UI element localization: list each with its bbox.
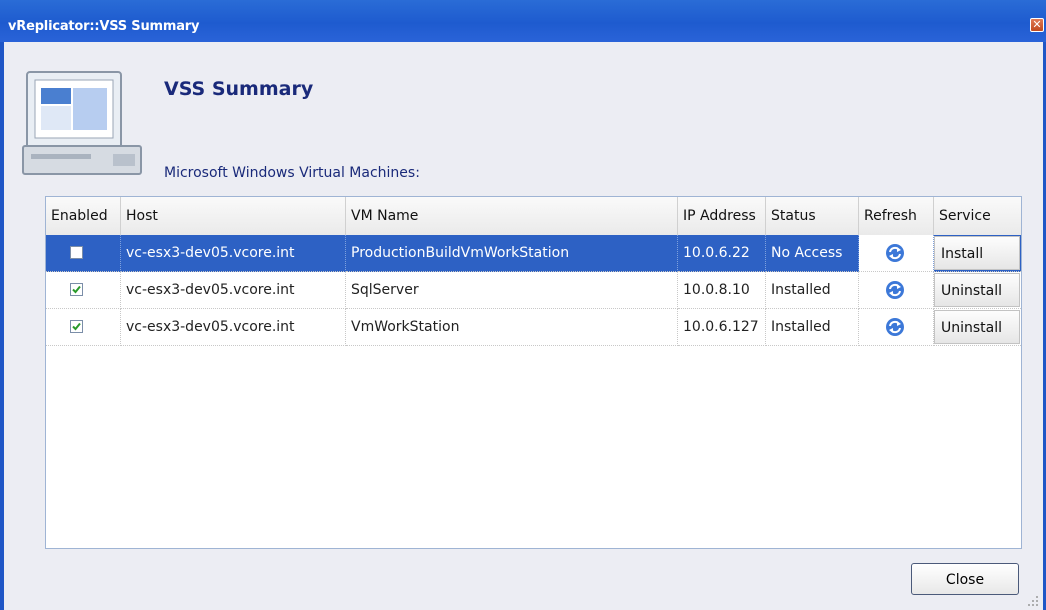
checkmark-icon (72, 285, 81, 294)
table-row[interactable]: vc-esx3-dev05.vcore.int SqlServer 10.0.8… (46, 272, 1021, 309)
column-header-enabled[interactable]: Enabled (46, 197, 121, 235)
service-cell: Uninstall (934, 272, 1021, 309)
refresh-cell (859, 272, 934, 309)
enabled-checkbox[interactable] (70, 246, 83, 259)
service-cell: Install (934, 235, 1021, 272)
close-icon[interactable]: ✕ (1030, 18, 1044, 32)
enabled-cell (46, 235, 121, 272)
ip-address-cell: 10.0.6.127 (678, 309, 766, 346)
section-subtitle: Microsoft Windows Virtual Machines: (164, 165, 420, 181)
install-button[interactable]: Install (934, 236, 1020, 270)
vm-name-cell: ProductionBuildVmWorkStation (346, 235, 678, 272)
column-header-status[interactable]: Status (766, 197, 859, 235)
refresh-cell (859, 309, 934, 346)
close-button[interactable]: Close (911, 563, 1019, 595)
vm-name-cell: VmWorkStation (346, 309, 678, 346)
column-header-refresh[interactable]: Refresh (859, 197, 934, 235)
uninstall-button[interactable]: Uninstall (934, 273, 1020, 307)
enabled-checkbox[interactable] (70, 283, 83, 296)
host-cell: vc-esx3-dev05.vcore.int (121, 235, 346, 272)
host-cell: vc-esx3-dev05.vcore.int (121, 272, 346, 309)
checkmark-icon (72, 322, 81, 331)
vss-summary-window: vReplicator::VSS Summary ✕ VSS Summary M… (0, 0, 1046, 610)
status-cell: No Access (766, 235, 859, 272)
service-cell: Uninstall (934, 309, 1021, 346)
column-header-ip-address[interactable]: IP Address (678, 197, 766, 235)
refresh-icon[interactable] (885, 243, 905, 263)
table-row[interactable]: vc-esx3-dev05.vcore.int VmWorkStation 10… (46, 309, 1021, 346)
title-bar[interactable]: vReplicator::VSS Summary ✕ (0, 0, 1046, 42)
host-cell: vc-esx3-dev05.vcore.int (121, 309, 346, 346)
column-header-host[interactable]: Host (121, 197, 346, 235)
vm-name-cell: SqlServer (346, 272, 678, 309)
ip-address-cell: 10.0.8.10 (678, 272, 766, 309)
uninstall-button[interactable]: Uninstall (934, 310, 1020, 344)
enabled-checkbox[interactable] (70, 320, 83, 333)
column-header-service[interactable]: Service (934, 197, 1021, 235)
column-header-vm-name[interactable]: VM Name (346, 197, 678, 235)
grid-header-row: Enabled Host VM Name IP Address Status R… (46, 197, 1021, 235)
status-cell: Installed (766, 309, 859, 346)
ip-address-cell: 10.0.6.22 (678, 235, 766, 272)
status-cell: Installed (766, 272, 859, 309)
page-title: VSS Summary (164, 78, 314, 100)
enabled-cell (46, 272, 121, 309)
enabled-cell (46, 309, 121, 346)
refresh-icon[interactable] (885, 280, 905, 300)
refresh-icon[interactable] (885, 317, 905, 337)
window-title: vReplicator::VSS Summary (8, 19, 200, 34)
computer-icon (22, 71, 142, 175)
resize-grip-icon[interactable] (1027, 595, 1039, 607)
refresh-cell (859, 235, 934, 272)
table-row[interactable]: vc-esx3-dev05.vcore.int ProductionBuildV… (46, 235, 1021, 272)
vm-grid: Enabled Host VM Name IP Address Status R… (45, 196, 1022, 549)
